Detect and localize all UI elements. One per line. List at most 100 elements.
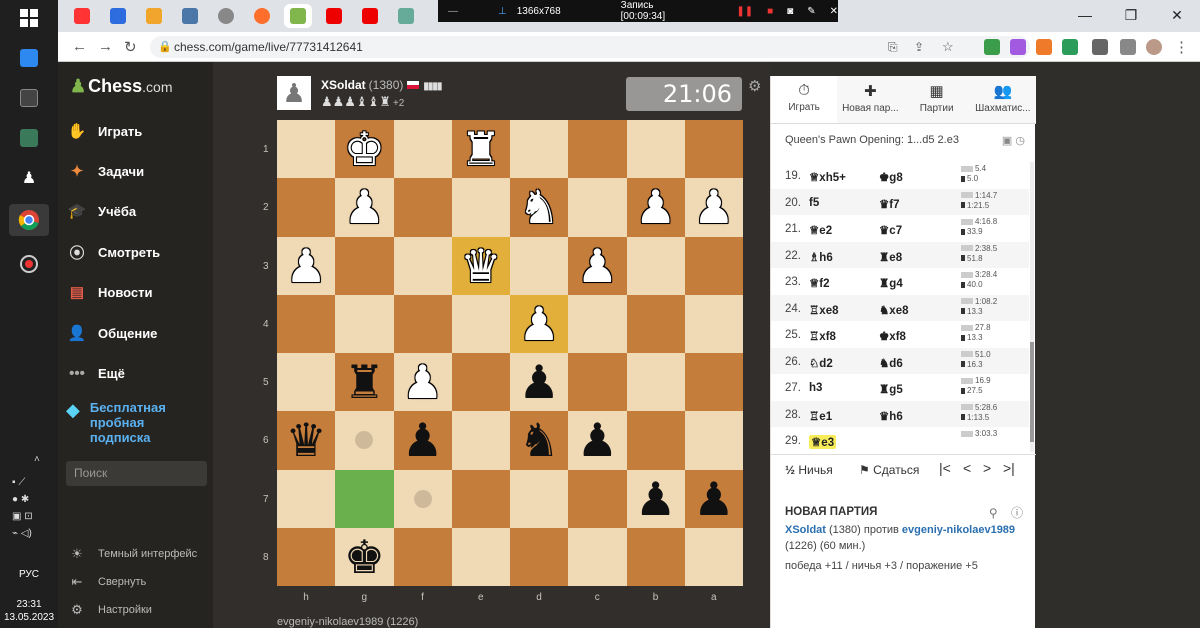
avatar[interactable]: ♟ [277, 76, 311, 110]
square-e4[interactable] [451, 294, 510, 353]
pin-icon[interactable]: ⊥ [498, 6, 507, 17]
square-b1[interactable] [626, 120, 685, 179]
collapse-button[interactable]: ⇤ Свернуть [68, 572, 147, 592]
white-pawn-icon[interactable]: ♟ [344, 184, 385, 230]
square-c5[interactable] [568, 353, 627, 412]
white-king-icon[interactable]: ♚ [344, 126, 385, 172]
info-icon[interactable]: ⓘ [1011, 506, 1023, 520]
black-king-icon[interactable]: ♚ [344, 534, 385, 580]
sidebar-item-social[interactable]: 👤 Общение [66, 316, 206, 350]
square-d5[interactable]: ♟ [510, 353, 569, 412]
square-h7[interactable] [277, 469, 336, 528]
legal-move-dot[interactable] [413, 489, 432, 508]
square-f7[interactable] [393, 469, 452, 528]
white-pawn-icon[interactable]: ♟ [577, 243, 618, 289]
white-move[interactable]: h3 [809, 382, 822, 394]
star-icon[interactable]: ☆ [942, 39, 954, 55]
clock-date[interactable]: 13.05.2023 [0, 611, 58, 624]
player-name[interactable]: XSoldat [321, 78, 366, 92]
first-move-icon[interactable]: |< [939, 460, 951, 476]
sidebar-item-watch[interactable]: ⦿ Смотреть [66, 235, 206, 269]
settings-link[interactable]: ⚙ Настройки [68, 600, 152, 620]
clock-time[interactable]: 23:31 [0, 598, 58, 611]
puzzle-icon[interactable] [1092, 39, 1108, 55]
square-d4[interactable]: ♟ [510, 294, 569, 353]
avatar[interactable] [1146, 39, 1162, 55]
square-f5[interactable]: ♟ [393, 353, 452, 412]
legal-move-dot[interactable] [355, 431, 374, 450]
white-move[interactable]: ♕f2 [809, 276, 830, 290]
minus-icon[interactable]: — [448, 6, 458, 17]
resign-button[interactable]: ⚑ Сдаться [859, 463, 919, 477]
pen-icon[interactable]: ✎ [807, 6, 815, 17]
close-window-icon[interactable]: ✕ [1154, 0, 1200, 32]
square-b4[interactable] [626, 294, 685, 353]
white-move[interactable]: ♖xf8 [809, 329, 836, 343]
tab-games[interactable]: ▦ Партии [904, 76, 970, 123]
square-g3[interactable] [335, 236, 394, 295]
tab-new-game[interactable]: ✚ Новая пар... [837, 76, 903, 123]
black-move[interactable]: ♚xf8 [879, 329, 906, 343]
keyboard-language[interactable]: РУС [0, 568, 58, 581]
square-b8[interactable] [626, 527, 685, 586]
black-pawn-icon[interactable]: ♟ [402, 417, 443, 463]
square-a1[interactable] [684, 120, 743, 179]
browser-tab[interactable] [320, 4, 348, 28]
square-a6[interactable] [684, 411, 743, 470]
white-pawn-icon[interactable]: ♟ [635, 184, 676, 230]
chess-board[interactable]: ♚ ♜ ♟ ♞ ♟ ♟ ♟ ♛ ♟ ♟ ♜ ♟ ♟ ♛ ♟ ♞ ♟ ♟ ♟ ♚ [277, 120, 743, 586]
book-icon[interactable]: ▣ [1002, 135, 1012, 147]
square-h5[interactable] [277, 353, 336, 412]
square-d2[interactable]: ♞ [510, 178, 569, 237]
square-a7[interactable]: ♟ [684, 469, 743, 528]
square-d1[interactable] [510, 120, 569, 179]
extension-icon[interactable] [1062, 39, 1078, 55]
square-c4[interactable] [568, 294, 627, 353]
black-knight-icon[interactable]: ♞ [519, 417, 560, 463]
white-move[interactable]: ♖e1 [809, 409, 832, 423]
square-b7[interactable]: ♟ [626, 469, 685, 528]
square-e5[interactable] [451, 353, 510, 412]
square-h3[interactable]: ♟ [277, 236, 336, 295]
tray-icons[interactable]: ▪ ⟋ ● ✱ ▣ ⊡ ⌁ ◁) [12, 477, 33, 539]
square-g1[interactable]: ♚ [335, 120, 394, 179]
prev-move-icon[interactable]: < [963, 460, 971, 476]
black-move[interactable]: ♜e8 [879, 250, 902, 264]
chrome-icon[interactable] [9, 204, 49, 236]
square-f4[interactable] [393, 294, 452, 353]
tray-chevron-icon[interactable]: ˄ [34, 454, 40, 465]
user-icon[interactable]: ⚲ [989, 506, 998, 520]
reload-icon[interactable]: ↻ [124, 38, 137, 56]
square-g7[interactable] [335, 469, 394, 528]
square-d8[interactable] [510, 527, 569, 586]
square-f2[interactable] [393, 178, 452, 237]
opening-name[interactable]: Queen's Pawn Opening: 1...d5 2.e3 [785, 134, 959, 146]
black-pawn-icon[interactable]: ♟ [519, 359, 560, 405]
black-move[interactable]: ♜g4 [879, 276, 903, 290]
square-h6[interactable]: ♛ [277, 411, 336, 470]
white-move[interactable]: ♕xh5+ [809, 170, 846, 184]
square-f6[interactable]: ♟ [393, 411, 452, 470]
square-d7[interactable] [510, 469, 569, 528]
extension-icon[interactable] [984, 39, 1000, 55]
white-pawn-icon[interactable]: ♟ [519, 301, 560, 347]
restore-icon[interactable]: ❐ [1108, 0, 1154, 32]
player2-link[interactable]: evgeniy-nikolaev1989 [902, 524, 1015, 536]
square-f8[interactable] [393, 527, 452, 586]
black-move[interactable]: ♛h6 [879, 409, 903, 423]
square-g2[interactable]: ♟ [335, 178, 394, 237]
terminal-icon[interactable] [9, 82, 49, 114]
square-h4[interactable] [277, 294, 336, 353]
chesscom-logo[interactable]: ♟ Chess.com [70, 76, 173, 97]
windows-start-icon[interactable] [9, 2, 49, 34]
sidebar-item-puzzles[interactable]: ✦ Задачи [66, 154, 206, 188]
scrollbar-thumb[interactable] [1030, 342, 1034, 442]
black-move[interactable]: ♞d6 [879, 356, 903, 370]
square-a3[interactable] [684, 236, 743, 295]
square-f3[interactable] [393, 236, 452, 295]
black-queen-icon[interactable]: ♛ [286, 417, 327, 463]
square-g8[interactable]: ♚ [335, 527, 394, 586]
back-icon[interactable]: ← [72, 38, 87, 55]
square-f1[interactable] [393, 120, 452, 179]
player1-link[interactable]: XSoldat [785, 524, 826, 536]
